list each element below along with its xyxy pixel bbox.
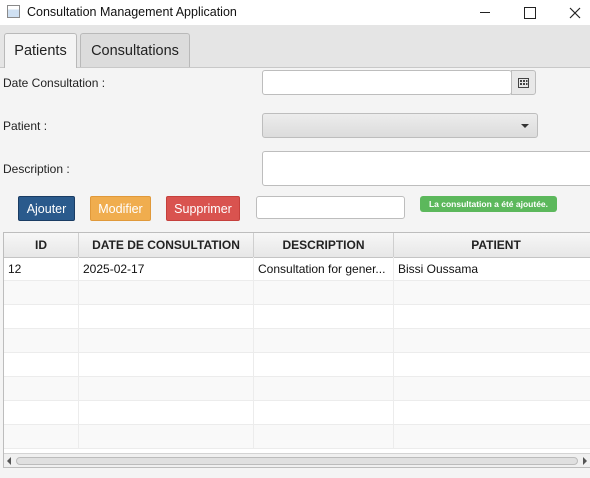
empty-cell bbox=[254, 281, 394, 304]
empty-cell bbox=[254, 425, 394, 448]
empty-table-row bbox=[4, 305, 590, 329]
empty-cell bbox=[4, 353, 79, 376]
empty-cell bbox=[254, 377, 394, 400]
window-title: Consultation Management Application bbox=[27, 5, 237, 19]
description-field[interactable] bbox=[262, 151, 590, 186]
column-header-date[interactable]: DATE DE CONSULTATION bbox=[79, 233, 254, 257]
close-icon bbox=[569, 7, 581, 18]
empty-cell bbox=[254, 305, 394, 328]
delete-button[interactable]: Supprimer bbox=[166, 196, 240, 221]
column-header-id[interactable]: ID bbox=[4, 233, 79, 257]
empty-cell bbox=[254, 353, 394, 376]
empty-cell bbox=[254, 401, 394, 424]
empty-cell bbox=[4, 281, 79, 304]
patient-label: Patient : bbox=[3, 119, 48, 133]
scroll-left-icon[interactable] bbox=[7, 457, 11, 465]
empty-cell bbox=[79, 329, 254, 352]
title-bar: Consultation Management Application bbox=[0, 0, 590, 25]
cell-date: 2025-02-17 bbox=[79, 257, 254, 280]
empty-cell bbox=[394, 401, 590, 424]
patient-select[interactable] bbox=[262, 113, 538, 138]
empty-cell bbox=[4, 329, 79, 352]
empty-cell bbox=[79, 281, 254, 304]
column-header-patient[interactable]: PATIENT bbox=[394, 233, 590, 257]
empty-cell bbox=[394, 425, 590, 448]
cell-patient: Bissi Oussama bbox=[394, 257, 590, 280]
consultations-table[interactable]: ID DATE DE CONSULTATION DESCRIPTION PATI… bbox=[3, 232, 590, 468]
empty-cell bbox=[79, 305, 254, 328]
empty-cell bbox=[79, 425, 254, 448]
empty-cell bbox=[4, 377, 79, 400]
scroll-right-icon[interactable] bbox=[583, 457, 587, 465]
date-input[interactable] bbox=[262, 70, 512, 95]
table-header: ID DATE DE CONSULTATION DESCRIPTION PATI… bbox=[4, 233, 590, 258]
scrollbar-thumb[interactable] bbox=[16, 457, 578, 465]
empty-cell bbox=[4, 305, 79, 328]
cell-description: Consultation for gener... bbox=[254, 257, 394, 280]
edit-button[interactable]: Modifier bbox=[90, 196, 151, 221]
minimize-icon bbox=[480, 12, 490, 13]
status-badge: La consultation a été ajoutée. bbox=[420, 196, 557, 212]
chevron-down-icon bbox=[521, 124, 529, 128]
tab-consultations[interactable]: Consultations bbox=[80, 33, 190, 67]
description-label: Description : bbox=[3, 162, 70, 176]
empty-cell bbox=[4, 401, 79, 424]
cell-id: 12 bbox=[4, 257, 79, 280]
maximize-button[interactable] bbox=[507, 0, 553, 25]
table-row[interactable]: 12 2025-02-17 Consultation for gener... … bbox=[4, 257, 590, 281]
calendar-icon bbox=[518, 77, 529, 88]
empty-cell bbox=[394, 377, 590, 400]
empty-cell bbox=[394, 305, 590, 328]
tab-bar: Patients Consultations bbox=[0, 25, 590, 68]
app-icon bbox=[7, 5, 20, 18]
minimize-button[interactable] bbox=[462, 0, 508, 25]
maximize-icon bbox=[524, 6, 536, 19]
empty-table-row bbox=[4, 425, 590, 449]
calendar-button[interactable] bbox=[511, 70, 536, 95]
close-button[interactable] bbox=[552, 0, 590, 25]
empty-cell bbox=[79, 353, 254, 376]
empty-table-row bbox=[4, 329, 590, 353]
horizontal-scrollbar[interactable] bbox=[4, 453, 590, 467]
search-input[interactable] bbox=[256, 196, 405, 219]
empty-table-row bbox=[4, 281, 590, 305]
empty-table-row bbox=[4, 401, 590, 425]
empty-cell bbox=[394, 281, 590, 304]
date-label: Date Consultation : bbox=[3, 76, 106, 90]
empty-cell bbox=[79, 377, 254, 400]
empty-cell bbox=[394, 329, 590, 352]
column-header-description[interactable]: DESCRIPTION bbox=[254, 233, 394, 257]
empty-table-row bbox=[4, 377, 590, 401]
empty-cell bbox=[394, 353, 590, 376]
empty-cell bbox=[4, 425, 79, 448]
empty-cell bbox=[79, 401, 254, 424]
empty-cell bbox=[254, 329, 394, 352]
empty-table-row bbox=[4, 353, 590, 377]
tab-patients[interactable]: Patients bbox=[4, 33, 77, 68]
add-button[interactable]: Ajouter bbox=[18, 196, 75, 221]
